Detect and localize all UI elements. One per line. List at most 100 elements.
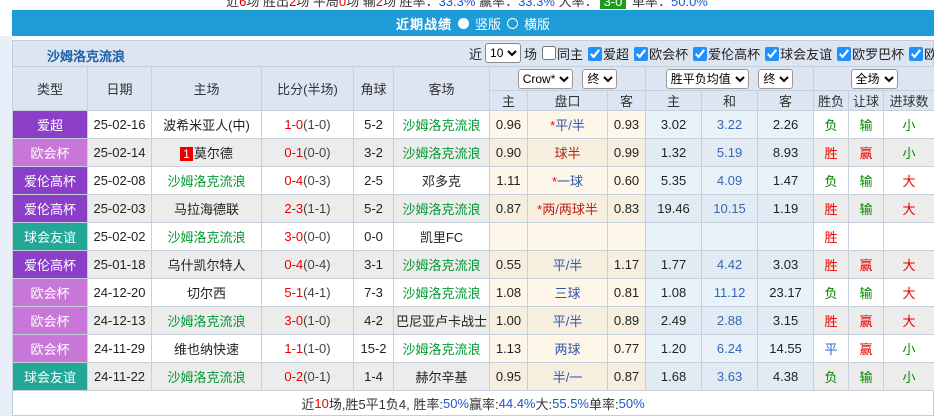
away-team-cell: 沙姆洛克流浪 (394, 195, 490, 223)
away-team-name: 沙姆洛克流浪 (402, 342, 480, 357)
euro-odds-state-select[interactable]: 终 (758, 69, 793, 89)
league-checkbox-爱伦高杯[interactable] (693, 47, 707, 61)
col-header-corner: 角球 (354, 67, 394, 111)
home-team-name: 沙姆洛克流浪 (167, 174, 245, 189)
handicap-cell: 半/一 (528, 363, 608, 391)
handicap-result-cell: 输 (849, 363, 884, 391)
panel-title: 近期战绩 (396, 14, 452, 33)
handicap-result-value: 赢 (860, 314, 873, 329)
goals-cell: 大 (884, 307, 934, 335)
euro-away-odds-cell: 2.26 (758, 111, 814, 139)
fulltime-score: 0-4 (284, 173, 303, 188)
bookmaker-select[interactable]: Crow* (518, 69, 573, 89)
euro-draw-value: 11.12 (714, 285, 746, 300)
handicap-cell: *一球 (528, 167, 608, 195)
away-team-cell: 沙姆洛克流浪 (394, 111, 490, 139)
league-checkbox-爱超[interactable] (588, 47, 602, 61)
goals-cell: 小 (884, 139, 934, 167)
corner-cell: 5-2 (354, 111, 394, 139)
same-home-checkbox[interactable] (542, 46, 556, 60)
home-team-name: 莫尔德 (194, 146, 233, 161)
euro-draw-odds-cell (702, 223, 758, 251)
col-header-away: 客场 (394, 67, 490, 111)
stat-segment: 大率： (555, 0, 598, 9)
score-cell: 0-2(0-1) (262, 363, 354, 391)
table-row: 球会友谊24-11-22沙姆洛克流浪0-2(0-1)1-4赫尔辛基0.95半/一… (13, 363, 934, 391)
league-checkbox-欧会杯[interactable] (634, 47, 648, 61)
table-row: 欧会杯24-12-20切尔西5-1(4-1)7-3沙姆洛克流浪1.08三球0.8… (13, 279, 934, 307)
away-team-cell: 沙姆洛克流浪 (394, 335, 490, 363)
corner-cell: 15-2 (354, 335, 394, 363)
vertical-layout-radio[interactable] (458, 18, 469, 29)
league-label-欧罗巴杯[interactable]: 欧罗巴杯 (852, 47, 904, 62)
col-header-euro-away: 客 (758, 91, 814, 111)
away-team-cell: 沙姆洛克流浪 (394, 139, 490, 167)
col-header-date: 日期 (88, 67, 152, 111)
score-cell: 3-0(1-0) (262, 307, 354, 335)
euro-draw-odds-cell: 4.09 (702, 167, 758, 195)
euro-home-odds-cell: 2.49 (646, 307, 702, 335)
home-team-name: 切尔西 (187, 286, 226, 301)
asia-home-odds-cell: 0.96 (490, 111, 528, 139)
handicap-result-value: 输 (860, 370, 873, 385)
asia-home-odds-cell: 0.55 (490, 251, 528, 279)
type-cell: 爱超 (13, 111, 88, 139)
result-value: 负 (825, 286, 838, 301)
scope-select[interactable]: 全场 (851, 69, 898, 89)
result-cell: 胜 (814, 307, 849, 335)
euro-draw-odds-cell: 3.22 (702, 111, 758, 139)
league-checkbox-球会友谊[interactable] (765, 47, 779, 61)
type-cell: 球会友谊 (13, 363, 88, 391)
euro-away-odds-cell: 3.15 (758, 307, 814, 335)
corner-cell: 2-5 (354, 167, 394, 195)
handicap-cell: *两/两球半 (528, 195, 608, 223)
filter-row: 沙姆洛克流浪 近 10 场 同主 爱超欧会杯爱伦高杯球会友谊欧罗巴杯欧冠杯爱超杯 (12, 40, 934, 66)
team-name: 沙姆洛克流浪 (47, 46, 125, 65)
euro-draw-odds-cell: 3.63 (702, 363, 758, 391)
col-header-goals: 进球数 (884, 91, 934, 111)
away-team-cell: 邓多克 (394, 167, 490, 195)
handicap-cell: 球半 (528, 139, 608, 167)
same-home-label[interactable]: 同主 (557, 44, 583, 63)
handicap-result-cell: 赢 (849, 139, 884, 167)
scope-header: 全场 (814, 67, 934, 91)
type-cell: 欧会杯 (13, 139, 88, 167)
league-label-爱超[interactable]: 爱超 (603, 47, 629, 62)
stat-segment: 44.4% (499, 396, 536, 411)
halftime-score: (1-0) (303, 313, 330, 328)
table-row: 球会友谊25-02-02沙姆洛克流浪3-0(0-0)0-0凯里FC胜 (13, 223, 934, 251)
league-label-欧冠杯[interactable]: 欧冠杯 (924, 47, 934, 62)
horizontal-layout-radio[interactable] (507, 18, 518, 29)
match-count-select[interactable]: 10 (485, 43, 521, 63)
result-cell: 胜 (814, 251, 849, 279)
stat-segment: 赢率： (475, 0, 518, 9)
league-label-欧会杯[interactable]: 欧会杯 (649, 47, 688, 62)
corner-cell: 0-0 (354, 223, 394, 251)
handicap-cell: 三球 (528, 279, 608, 307)
corner-cell: 5-2 (354, 195, 394, 223)
league-checkbox-欧冠杯[interactable] (909, 47, 923, 61)
home-team-name: 沙姆洛克流浪 (167, 230, 245, 245)
handicap-line: 平/半 (555, 118, 585, 133)
goals-value: 大 (903, 286, 916, 301)
vertical-layout-label[interactable]: 竖版 (475, 14, 501, 33)
league-checkbox-欧罗巴杯[interactable] (837, 47, 851, 61)
home-team-cell: 沙姆洛克流浪 (152, 307, 262, 335)
asia-home-odds-cell: 0.87 (490, 195, 528, 223)
stat-segment: 50% (443, 396, 469, 411)
euro-home-odds-cell (646, 223, 702, 251)
horizontal-layout-label[interactable]: 横版 (524, 14, 550, 33)
euro-avg-select[interactable]: 胜平负均值 (666, 69, 749, 89)
asia-away-odds-cell: 0.60 (608, 167, 646, 195)
league-label-爱伦高杯[interactable]: 爱伦高杯 (708, 47, 760, 62)
asia-odds-state-select[interactable]: 终 (582, 69, 617, 89)
date-cell: 24-11-22 (88, 363, 152, 391)
stat-segment: 33.3% (518, 0, 555, 9)
panel-title-bar: 近期战绩 竖版 横版 (12, 10, 934, 36)
league-label-球会友谊[interactable]: 球会友谊 (780, 47, 832, 62)
euro-draw-odds-cell: 11.12 (702, 279, 758, 307)
euro-home-odds-cell: 1.68 (646, 363, 702, 391)
away-team-name: 沙姆洛克流浪 (402, 286, 480, 301)
rank-badge: 1 (180, 147, 193, 161)
halftime-score: (4-1) (303, 285, 330, 300)
